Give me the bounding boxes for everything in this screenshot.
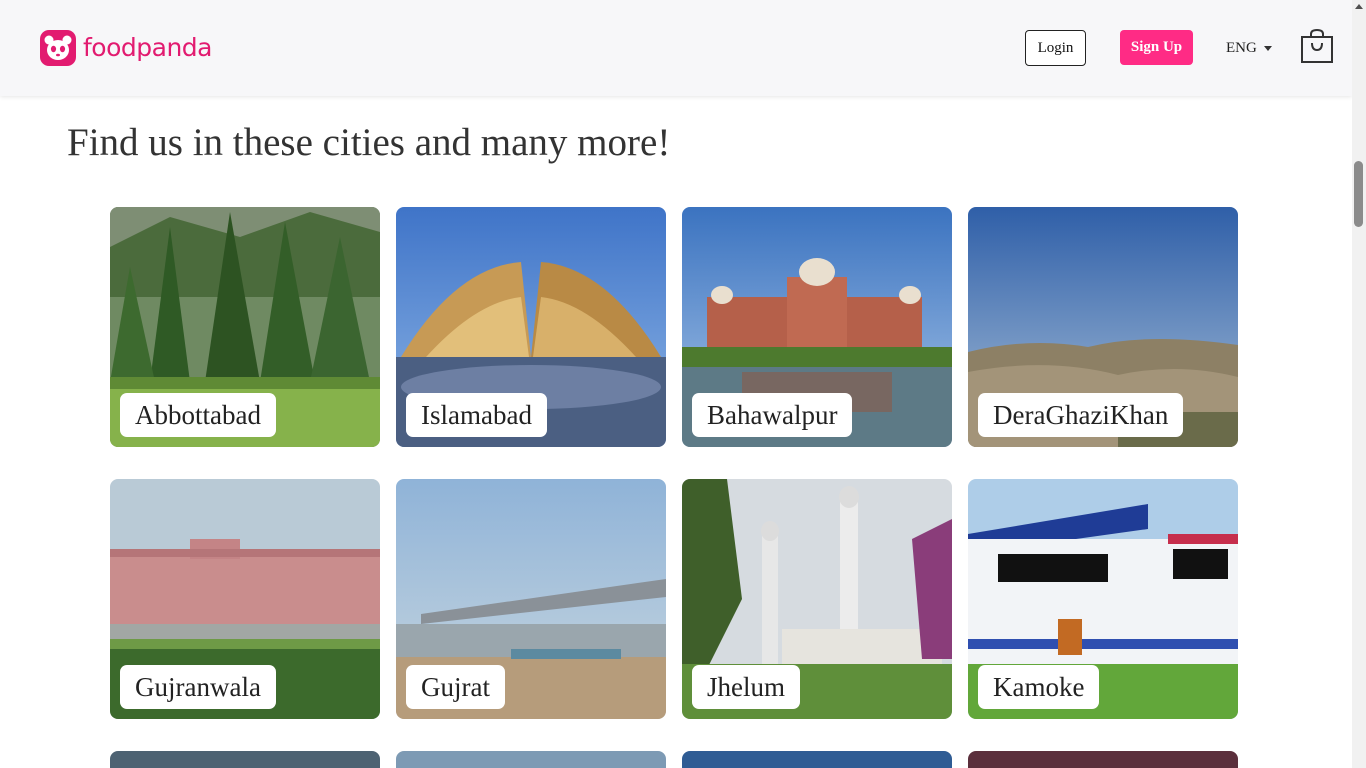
language-label: ENG xyxy=(1226,39,1257,56)
scrollbar-thumb[interactable] xyxy=(1354,161,1363,227)
city-label: Islamabad xyxy=(406,393,547,437)
shopping-bag-icon[interactable] xyxy=(1300,29,1334,65)
city-card-gujrat[interactable]: Gujrat xyxy=(396,479,666,719)
top-header: foodpanda Login Sign Up ENG xyxy=(0,0,1352,96)
caret-down-icon xyxy=(1263,45,1272,51)
city-label: Gujranwala xyxy=(120,665,276,709)
section-title: Find us in these cities and many more! xyxy=(67,121,671,164)
panda-logo-icon xyxy=(40,30,76,66)
city-card-bahawalpur[interactable]: Bahawalpur xyxy=(682,207,952,447)
foodpanda-logo[interactable]: foodpanda xyxy=(40,30,212,66)
login-button[interactable]: Login xyxy=(1025,30,1086,66)
city-card-deraghazikhan[interactable]: DeraGhaziKhan xyxy=(968,207,1238,447)
scroll-up-arrow-icon[interactable] xyxy=(1355,4,1363,9)
city-label: Gujrat xyxy=(406,665,505,709)
city-card-islamabad[interactable]: Islamabad xyxy=(396,207,666,447)
city-label: Abbottabad xyxy=(120,393,276,437)
city-card-gujranwala[interactable]: Gujranwala xyxy=(110,479,380,719)
city-card-kamoke[interactable]: Kamoke xyxy=(968,479,1238,719)
brand-name: foodpanda xyxy=(83,33,212,62)
city-card-jhelum[interactable]: Jhelum xyxy=(682,479,952,719)
page-scrollbar[interactable] xyxy=(1352,0,1366,768)
city-label: Kamoke xyxy=(978,665,1100,709)
city-card-partial[interactable] xyxy=(396,751,666,768)
city-label: Jhelum xyxy=(692,665,800,709)
city-card-partial[interactable] xyxy=(682,751,952,768)
city-label: Bahawalpur xyxy=(692,393,853,437)
city-card-partial[interactable] xyxy=(968,751,1238,768)
signup-button[interactable]: Sign Up xyxy=(1120,30,1193,65)
city-label: DeraGhaziKhan xyxy=(978,393,1184,437)
city-card-abbottabad[interactable]: Abbottabad xyxy=(110,207,380,447)
city-card-partial[interactable] xyxy=(110,751,380,768)
language-selector[interactable]: ENG xyxy=(1226,38,1272,58)
